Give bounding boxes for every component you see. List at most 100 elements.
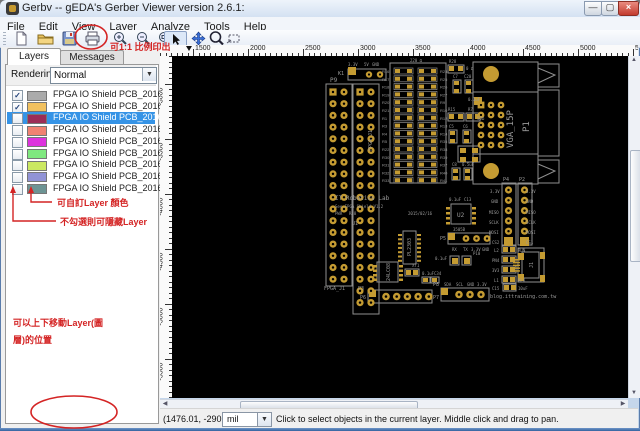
pcb-silkscreen-label: GND (491, 199, 499, 204)
layer-visibility-checkbox[interactable] (12, 160, 23, 172)
layer-visibility-checkbox[interactable] (12, 171, 23, 183)
zoom-tool-icon[interactable] (208, 31, 225, 46)
pcb-silkscreen-label: MOSI (526, 230, 536, 235)
close-button[interactable]: × (618, 1, 639, 16)
pcb-canvas[interactable]: R16 R23 R17 R25 R18 R26 R19 R27 R20 R9 R21 R10 R1 R12… (172, 56, 628, 398)
layer-row-1[interactable]: ✓ FPGA IO Shield PCB_20160225- (7, 89, 186, 101)
pcb-silkscreen-label: 0.1uF (468, 97, 481, 102)
pcb-silkscreen-label: 5V (364, 62, 369, 67)
pan-tool-icon[interactable] (190, 31, 207, 46)
pcb-silkscreen-label: MISO (489, 210, 499, 215)
pcb-silkscreen-label: GND (372, 62, 380, 67)
svg-text:R20: R20 (382, 100, 390, 105)
svg-text:R3: R3 (382, 124, 388, 129)
pcb-silkscreen-label: P1 (522, 121, 532, 132)
layer-row-8[interactable]: FPGA IO Shield PCB_20160225.t (7, 171, 188, 183)
pcb-silkscreen-label: P9 (330, 77, 338, 84)
pcb-silkscreen-label: K1 (338, 71, 344, 77)
open-folder-icon[interactable] (37, 31, 54, 46)
rendering-value: Normal (54, 70, 87, 81)
layer-color-swatch[interactable] (27, 125, 47, 136)
layer-row-7[interactable]: FPGA IO Shield PCB_20160225- (7, 159, 186, 172)
layer-color-swatch[interactable] (27, 113, 47, 124)
svg-text:R26: R26 (440, 85, 448, 90)
layer-visibility-checkbox[interactable] (12, 113, 23, 125)
pcb-silkscreen-label: XT1 (412, 263, 420, 268)
vruler-label: -5500 (160, 362, 165, 381)
pcb-silkscreen-label: P6 (360, 295, 366, 301)
layer-color-swatch[interactable] (27, 149, 47, 159)
layer-row-5[interactable]: FPGA IO Shield PCB_20160225- (7, 136, 186, 148)
svg-text:R40: R40 (440, 170, 448, 175)
layer-visibility-checkbox[interactable]: ✓ (12, 90, 23, 101)
layer-row-9[interactable]: FPGA IO Shield PCB_20160225- (7, 183, 186, 195)
pcb-silkscreen-label: R15 (448, 107, 456, 112)
title-bar[interactable]: Gerbv -- gEDA's Gerber Viewer version 2.… (0, 0, 640, 18)
chevron-down-icon[interactable]: ▼ (142, 68, 156, 81)
layer-color-swatch[interactable] (27, 160, 47, 171)
layer-list-panel: Rendering: Normal ▼ ✓ FPGA IO Shield PCB_… (5, 64, 188, 424)
canvas-vscrollbar[interactable]: ▲ ▼ (628, 56, 640, 398)
layer-visibility-checkbox[interactable] (12, 148, 23, 160)
layers-panel: Layers Messages Rendering: Normal ▼ ✓ FPG… (1, 47, 188, 428)
pcb-silkscreen-label: BLA (518, 278, 526, 283)
pcb-silkscreen-label: J1 (529, 262, 535, 268)
minimize-button[interactable]: — (584, 1, 602, 16)
layer-visibility-checkbox[interactable] (12, 136, 23, 148)
layer-row-2[interactable]: ✓ FPGA IO Shield PCB_20160225- (7, 101, 186, 113)
save-icon[interactable] (61, 31, 78, 46)
pcb-silkscreen-label: CS1 (526, 240, 534, 245)
svg-text:R9: R9 (440, 100, 446, 105)
layer-color-swatch[interactable] (27, 184, 47, 195)
layer-visibility-checkbox[interactable] (12, 183, 23, 195)
pcb-silkscreen-label: FPGA_J1 (324, 286, 345, 292)
rendering-dropdown[interactable]: Normal ▼ (50, 67, 157, 84)
pcb-silkscreen-label: PWR (335, 211, 343, 216)
layer-row-6[interactable]: FPGA IO Shield PCB_20160225- (7, 148, 186, 160)
unit-dropdown[interactable]: mil (222, 412, 261, 427)
pcb-render: R16 R23 R17 R25 R18 R26 R19 R27 R20 R9 R21 R10 R1 R12… (324, 58, 560, 315)
svg-text:R18: R18 (382, 85, 390, 90)
tab-layers[interactable]: Layers (7, 48, 61, 65)
move-note-line1: 可以上下移動Layer(圖 (13, 318, 104, 328)
layer-color-swatch[interactable] (27, 102, 47, 113)
move-note-line2: 層)的位置 (13, 335, 52, 345)
hruler-label: 3000 (360, 45, 376, 52)
pcb-silkscreen-label: R7 (468, 107, 473, 112)
svg-text:R30: R30 (382, 155, 390, 160)
layer-visibility-checkbox[interactable] (12, 125, 23, 137)
new-file-icon[interactable] (13, 31, 30, 46)
layer-color-swatch[interactable] (27, 90, 47, 101)
layer-row-3[interactable]: FPGA IO Shield PCB_20160225- (7, 112, 186, 125)
measure-tool-icon[interactable] (226, 31, 243, 46)
print-icon[interactable] (84, 31, 101, 46)
maximize-button[interactable]: ▢ (601, 1, 619, 16)
pcb-silkscreen-label: 24LC08 (386, 263, 392, 281)
canvas-vscroll-thumb[interactable] (630, 150, 640, 262)
layer-row-4[interactable]: FPGA IO Shield PCB_20160225- (7, 124, 186, 137)
gerbv-window: Gerbv -- gEDA's Gerber Viewer version 2.… (0, 0, 640, 431)
pcb-silkscreen-label: L2 (494, 248, 499, 253)
svg-text:R17: R17 (382, 77, 390, 82)
cursor-position-marker (186, 46, 192, 51)
chevron-down-icon[interactable]: ▼ (257, 412, 272, 427)
vruler-label: -5000 (160, 307, 165, 326)
pcb-silkscreen-label: 3.3V (490, 189, 500, 194)
layer-color-swatch[interactable] (27, 137, 47, 148)
status-bar: (1476.01, -2901.68) mil ▼ Click to selec… (160, 408, 638, 429)
pcb-silkscreen-label: See FPGA Shield V1.2 (335, 204, 384, 209)
svg-text:R13: R13 (440, 124, 448, 129)
hruler-label: 5000 (580, 45, 596, 52)
svg-text:R22: R22 (382, 147, 390, 152)
hruler-label: 4000 (470, 45, 486, 52)
hruler-label: 2500 (305, 45, 321, 52)
pcb-silkscreen-label: R28 (449, 59, 457, 64)
layer-visibility-checkbox[interactable]: ✓ (12, 101, 23, 113)
menu-bar: File Edit View Layer Analyze Tools Help (0, 17, 640, 33)
pcb-silkscreen-label: SDA (444, 282, 452, 287)
svg-text:R38: R38 (440, 147, 448, 152)
layer-color-swatch[interactable] (27, 172, 47, 183)
pcb-silkscreen-label: VGA_15P (506, 109, 516, 148)
pcb-silkscreen-label: SCLK (489, 220, 499, 225)
pcb-silkscreen-label: U1 (352, 221, 358, 227)
